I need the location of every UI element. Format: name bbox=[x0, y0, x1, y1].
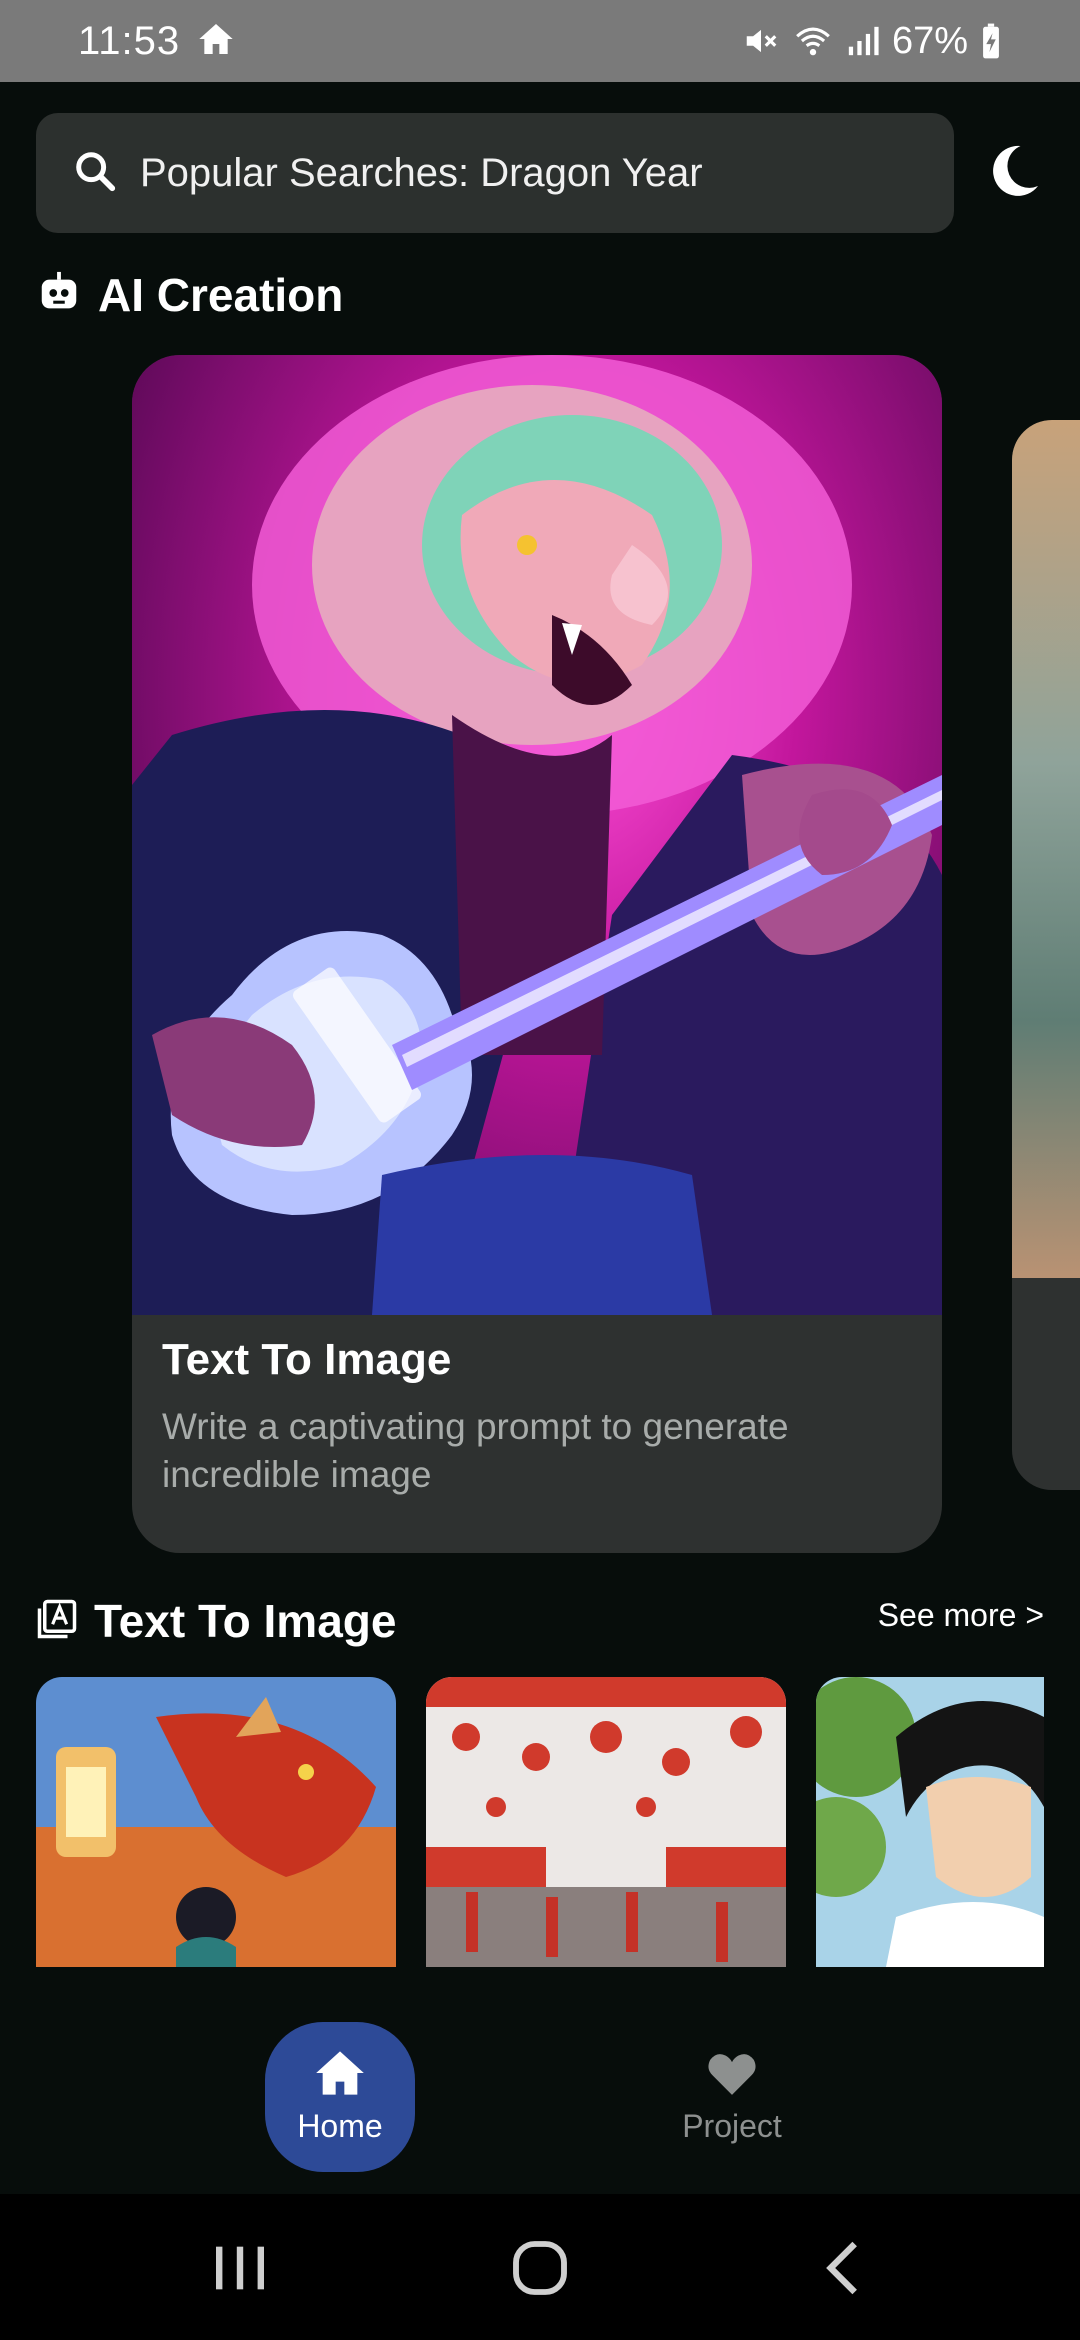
home-icon bbox=[314, 2049, 366, 2102]
robot-icon bbox=[36, 270, 82, 321]
search-icon bbox=[72, 148, 118, 199]
wifi-icon bbox=[792, 22, 834, 60]
text-to-image-header: Text To Image bbox=[36, 1594, 396, 1648]
battery-percent: 67% bbox=[891, 19, 968, 62]
home-circle-icon[interactable] bbox=[508, 2236, 572, 2300]
recents-icon[interactable] bbox=[208, 2236, 272, 2300]
theme-toggle-button[interactable] bbox=[980, 140, 1046, 206]
red-lantern-market-thumbnail[interactable] bbox=[426, 1677, 786, 1967]
section-title-ai-creation: AI Creation bbox=[98, 269, 344, 321]
ai-creation-card[interactable]: Text To Image Write a captivating prompt… bbox=[132, 355, 942, 1553]
text-image-icon bbox=[36, 1598, 78, 1645]
card-title: Text To Image bbox=[162, 1335, 452, 1384]
search-bar[interactable]: Popular Searches: Dragon Year bbox=[36, 113, 954, 233]
signal-icon bbox=[846, 22, 880, 60]
app-screen: 11:53 67% Popular Searches: Dragon Year … bbox=[0, 0, 1080, 2340]
back-icon[interactable] bbox=[812, 2236, 876, 2300]
next-creation-card[interactable] bbox=[1012, 420, 1080, 1490]
card-body: Text To Image Write a captivating prompt… bbox=[162, 1335, 912, 1499]
ai-creation-header: AI Creation bbox=[36, 268, 343, 322]
nav-home-label: Home bbox=[297, 2108, 383, 2144]
heart-icon bbox=[705, 2049, 759, 2102]
mute-icon bbox=[742, 22, 780, 60]
card-description: Write a captivating prompt to generate i… bbox=[162, 1406, 789, 1495]
system-navigation-bar bbox=[0, 2194, 1080, 2340]
search-placeholder: Popular Searches: Dragon Year bbox=[140, 150, 703, 195]
next-card-art bbox=[1012, 420, 1080, 1278]
nav-project-label: Project bbox=[682, 2108, 782, 2144]
lion-guitarist-art bbox=[132, 355, 942, 1315]
battery-charging-icon bbox=[980, 22, 1002, 60]
moon-icon bbox=[983, 141, 1043, 206]
status-time: 11:53 bbox=[78, 18, 181, 63]
see-more-link[interactable]: See more > bbox=[878, 1597, 1044, 1634]
home-icon bbox=[196, 19, 236, 64]
nav-project[interactable]: Project bbox=[657, 2022, 807, 2172]
section-title-text-to-image: Text To Image bbox=[94, 1595, 397, 1647]
dragon-lantern-thumbnail[interactable] bbox=[36, 1677, 396, 1967]
nav-home[interactable]: Home bbox=[265, 2022, 415, 2172]
status-bar: 11:53 67% bbox=[0, 0, 1080, 82]
anime-portrait-thumbnail[interactable] bbox=[816, 1677, 1044, 1967]
bottom-navigation: Home Project bbox=[0, 2000, 1080, 2194]
